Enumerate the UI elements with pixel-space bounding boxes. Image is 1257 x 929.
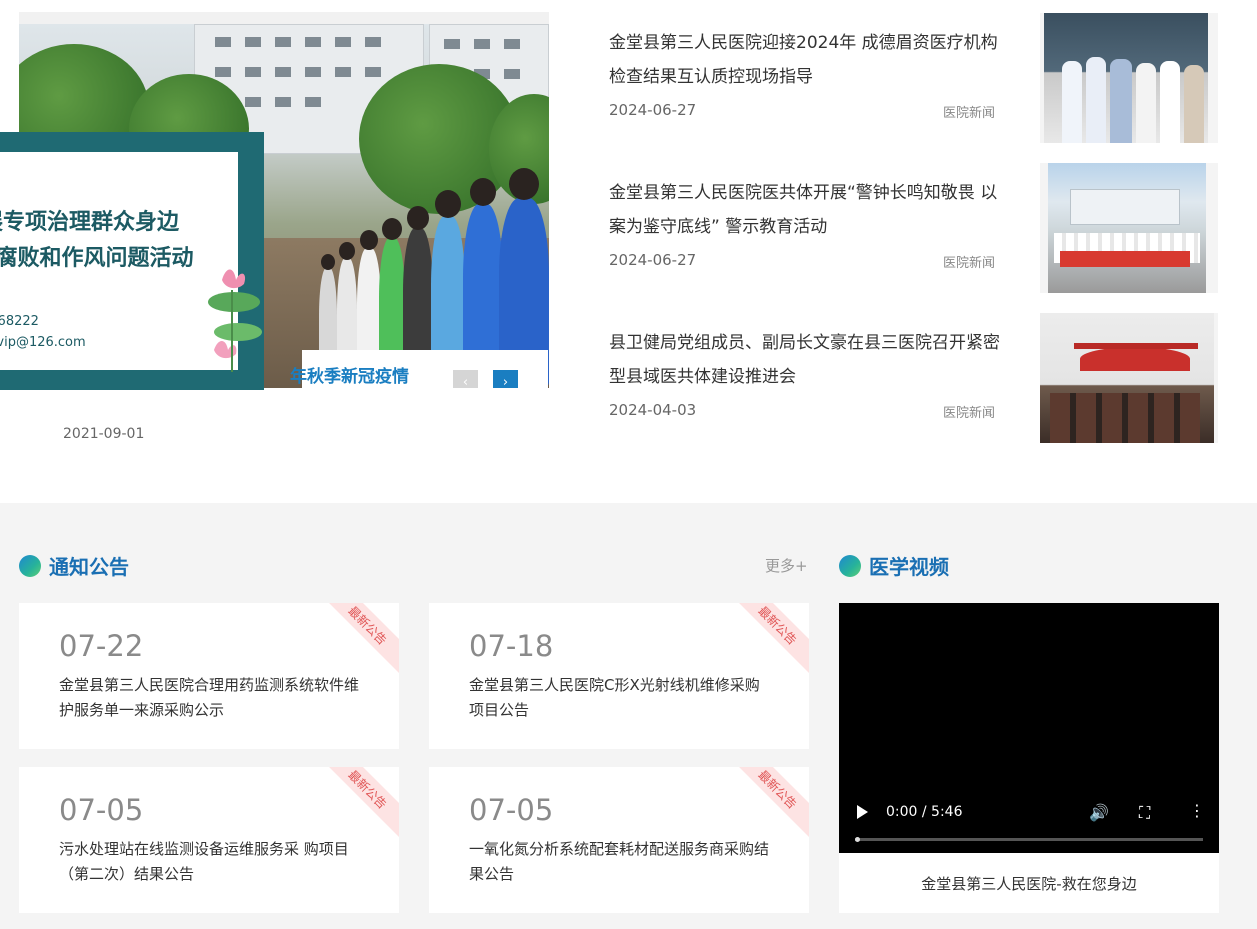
- lotus-icon: [208, 269, 262, 372]
- video-progress-knob[interactable]: [855, 837, 860, 842]
- notices-more-link[interactable]: 更多+: [765, 555, 808, 576]
- notice-card[interactable]: 最新公告 07-05 一氧化氮分析系统配套耗材配送服务商采购结果公告: [429, 767, 809, 913]
- slide-date: 2021-09-01: [63, 426, 145, 442]
- overlay-email: yyvip@126.com: [0, 335, 86, 350]
- notice-badge: 最新公告: [313, 603, 399, 680]
- notice-date: 07-22: [59, 629, 144, 663]
- notices-title: 通知公告: [49, 555, 129, 579]
- notice-date: 07-18: [469, 629, 554, 663]
- section-bullet-icon: [19, 554, 41, 577]
- notice-badge: 最新公告: [723, 767, 809, 844]
- play-icon[interactable]: [857, 805, 868, 819]
- video-section-title: 医学视频: [869, 555, 949, 579]
- overlay-phone: 5968222: [0, 314, 39, 329]
- news-date: 2024-06-27: [609, 251, 697, 269]
- news-item[interactable]: 县卫健局党组成员、副局长文豪在县三医院召开紧密型县域医共体建设推进会 2024-…: [609, 300, 1219, 443]
- video-controls: 0:00 / 5:46 🔊 ⛶ ⋮: [839, 783, 1219, 853]
- notice-date: 07-05: [59, 793, 144, 827]
- slider-next-button[interactable]: ›: [493, 370, 518, 388]
- bottom-section: 通知公告 更多+ 最新公告 07-22 金堂县第三人民医院合理用药监测系统软件维…: [0, 503, 1257, 929]
- video-player[interactable]: 0:00 / 5:46 🔊 ⛶ ⋮: [839, 603, 1219, 853]
- news-category[interactable]: 医院新闻: [943, 252, 995, 271]
- video-progress-bar[interactable]: [855, 837, 1203, 842]
- video-header: 医学视频: [839, 551, 949, 580]
- fullscreen-icon[interactable]: ⛶: [1139, 803, 1150, 823]
- news-title[interactable]: 县卫健局党组成员、副局长文豪在县三医院召开紧密型县域医共体建设推进会: [609, 326, 1004, 394]
- slide-overlay-banner: 展专项治理群众身边 ”腐败和作风问题活动 5968222 yyvip@126.c…: [0, 132, 264, 390]
- notice-card[interactable]: 最新公告 07-22 金堂县第三人民医院合理用药监测系统软件维护服务单一来源采购…: [19, 603, 399, 749]
- news-section: 年秋季新冠疫情 ‹ › 展专项治理群众身边 ”腐败和作风问题活动 5968222…: [0, 0, 1257, 503]
- overlay-headline-1: 展专项治理群众身边: [0, 210, 180, 235]
- more-options-icon[interactable]: ⋮: [1189, 801, 1205, 820]
- slide-caption[interactable]: 年秋季新冠疫情: [290, 362, 430, 387]
- notice-title[interactable]: 金堂县第三人民医院C形X光射线机维修采购项目公告: [469, 673, 769, 723]
- notice-badge: 最新公告: [313, 767, 399, 844]
- notice-card[interactable]: 最新公告 07-18 金堂县第三人民医院C形X光射线机维修采购项目公告: [429, 603, 809, 749]
- news-category[interactable]: 医院新闻: [943, 102, 995, 121]
- news-thumbnail[interactable]: [1040, 313, 1218, 443]
- overlay-card: 展专项治理群众身边 ”腐败和作风问题活动 5968222 yyvip@126.c…: [0, 152, 262, 372]
- news-date: 2024-04-03: [609, 401, 697, 419]
- slide-caption-box: 年秋季新冠疫情 ‹ ›: [290, 350, 548, 388]
- video-caption[interactable]: 金堂县第三人民医院-救在您身边: [839, 853, 1219, 913]
- overlay-headline-2: ”腐败和作风问题活动: [0, 246, 194, 271]
- notices-header: 通知公告: [19, 551, 129, 580]
- news-thumbnail[interactable]: [1040, 163, 1218, 293]
- volume-icon[interactable]: 🔊: [1089, 803, 1109, 822]
- news-date: 2024-06-27: [609, 101, 697, 119]
- notice-badge: 最新公告: [723, 603, 809, 680]
- news-item[interactable]: 金堂县第三人民医院医共体开展“警钟长鸣知敬畏 以案为鉴守底线” 警示教育活动 2…: [609, 150, 1219, 293]
- news-thumbnail[interactable]: [1040, 13, 1218, 143]
- notice-title[interactable]: 一氧化氮分析系统配套耗材配送服务商采购结果公告: [469, 837, 769, 887]
- news-title[interactable]: 金堂县第三人民医院医共体开展“警钟长鸣知敬畏 以案为鉴守底线” 警示教育活动: [609, 176, 1004, 244]
- notice-title[interactable]: 金堂县第三人民医院合理用药监测系统软件维护服务单一来源采购公示: [59, 673, 359, 723]
- section-bullet-icon: [839, 554, 861, 577]
- video-time: 0:00 / 5:46: [886, 804, 963, 820]
- news-title[interactable]: 金堂县第三人民医院迎接2024年 成德眉资医疗机构检查结果互认质控现场指导: [609, 26, 1004, 94]
- news-item[interactable]: 金堂县第三人民医院迎接2024年 成德眉资医疗机构检查结果互认质控现场指导 20…: [609, 0, 1219, 143]
- notice-card[interactable]: 最新公告 07-05 污水处理站在线监测设备运维服务采 购项目（第二次）结果公告: [19, 767, 399, 913]
- news-category[interactable]: 医院新闻: [943, 402, 995, 421]
- notice-date: 07-05: [469, 793, 554, 827]
- notice-title[interactable]: 污水处理站在线监测设备运维服务采 购项目（第二次）结果公告: [59, 837, 359, 887]
- slider-prev-button[interactable]: ‹: [453, 370, 478, 388]
